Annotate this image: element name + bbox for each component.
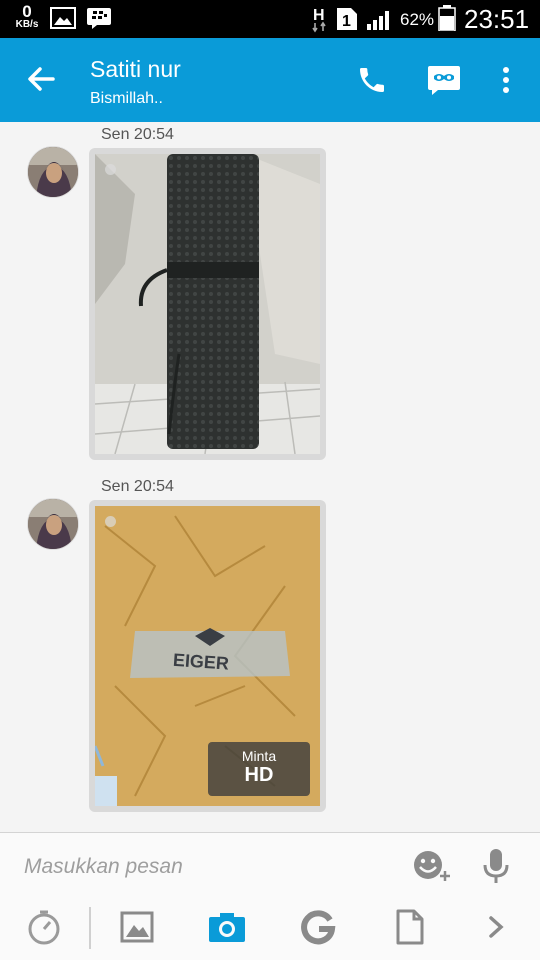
request-hd-value: HD	[244, 764, 274, 786]
message-list[interactable]: Sen 20:54 Sen 20:54 EIGER Minta HD	[0, 122, 540, 832]
svg-text:H: H	[313, 7, 325, 24]
toolbar-divider	[89, 907, 91, 949]
bbm-icon	[86, 6, 112, 35]
network-speed: 0 KB/s	[12, 3, 42, 30]
svg-text:1: 1	[342, 13, 351, 30]
timer-icon[interactable]	[27, 909, 61, 950]
contact-name[interactable]: Satiti nur	[90, 56, 181, 83]
microphone-icon[interactable]	[482, 847, 510, 890]
photo-mat[interactable]	[95, 154, 320, 454]
battery-percent: 62%	[400, 10, 435, 29]
camera-icon[interactable]	[208, 911, 246, 948]
message-timestamp: Sen 20:54	[101, 478, 174, 495]
chat-header: Satiti nur Bismillah..	[0, 38, 540, 122]
clock: 23:51	[464, 4, 530, 34]
chevron-right-icon[interactable]	[488, 915, 504, 944]
request-hd-button[interactable]: Minta HD	[208, 742, 310, 796]
photo-bubble[interactable]: EIGER Minta HD	[89, 500, 326, 812]
image-icon	[50, 7, 76, 34]
glympse-icon[interactable]	[300, 909, 336, 950]
avatar[interactable]	[27, 498, 79, 550]
file-icon[interactable]	[396, 909, 424, 950]
phone-icon[interactable]	[356, 64, 388, 101]
signal-icon	[366, 8, 394, 35]
select-indicator[interactable]	[105, 516, 116, 527]
sim-icon: 1	[336, 7, 358, 36]
contact-status: Bismillah..	[90, 90, 163, 107]
avatar[interactable]	[27, 146, 79, 198]
voice-chat-icon[interactable]	[427, 64, 461, 101]
back-arrow-icon[interactable]	[26, 64, 56, 99]
network-type-icon: H	[312, 5, 328, 38]
svg-text:EIGER: EIGER	[172, 650, 229, 674]
network-speed-unit: KB/s	[15, 19, 39, 30]
message-input[interactable]: Masukkan pesan	[24, 855, 183, 879]
battery-icon	[438, 5, 456, 36]
message-timestamp: Sen 20:54	[101, 126, 174, 143]
more-vert-icon[interactable]	[500, 66, 512, 99]
select-indicator[interactable]	[105, 164, 116, 175]
status-bar: 0 KB/s H 1 62% 23:51	[0, 0, 540, 38]
photo-bubble[interactable]	[89, 148, 326, 460]
photo-package[interactable]: EIGER Minta HD	[95, 506, 320, 806]
gallery-icon[interactable]	[120, 911, 154, 948]
network-speed-value: 0	[22, 2, 32, 21]
request-hd-label: Minta	[241, 748, 277, 764]
emoticon-add-icon[interactable]	[412, 849, 454, 890]
composer: Masukkan pesan	[0, 832, 540, 960]
